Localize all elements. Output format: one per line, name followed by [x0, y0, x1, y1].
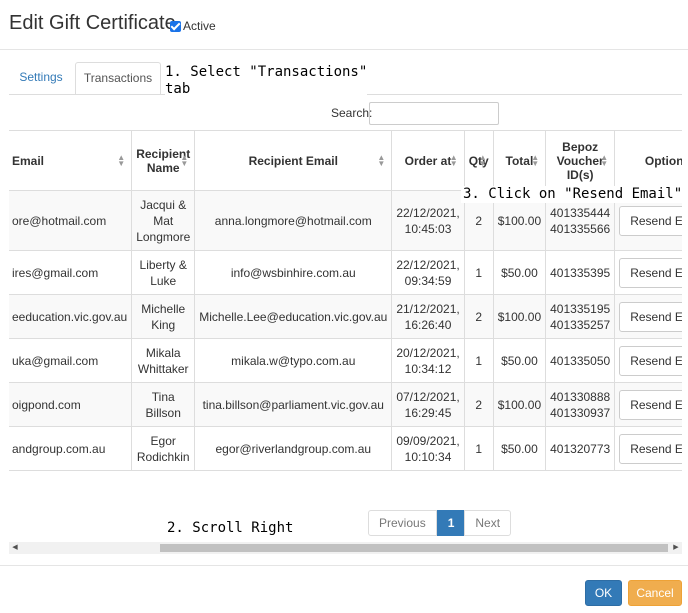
horizontal-scrollbar[interactable]: ◀ ▶: [9, 542, 682, 554]
cell-total: $100.00: [492, 382, 547, 427]
tab-settings[interactable]: Settings: [9, 62, 73, 95]
column-header-qty[interactable]: Qty ▲ ▼: [463, 130, 494, 191]
sort-icon: ▲ ▼: [180, 152, 189, 168]
cell-total: $50.00: [492, 338, 547, 383]
scroll-right-arrow-icon[interactable]: ▶: [670, 542, 682, 554]
cell-order-at: 09/09/2021, 10:10:34: [391, 426, 465, 471]
table-row: eeducation.vic.gov.au Michelle King Mich…: [9, 294, 682, 339]
cell-email: uka@gmail.com: [9, 338, 133, 383]
sort-icon: ▲ ▼: [377, 152, 386, 168]
cell-qty: 2: [463, 294, 494, 339]
column-header-recipient-email[interactable]: Recipient Email ▲ ▼: [194, 130, 393, 191]
cell-options: Resend Email: [614, 250, 682, 295]
resend-email-button[interactable]: Resend Email: [619, 345, 682, 376]
cell-qty: 1: [463, 426, 494, 471]
modal-footer-divider: [0, 565, 688, 566]
cell-email: ore@hotmail.com: [9, 190, 133, 251]
cell-options: Resend Email: [614, 382, 682, 427]
modal-header: Edit Gift Certificate Active: [0, 0, 688, 50]
cell-recipient-name: Tina Billson: [131, 382, 196, 427]
cell-options: Resend Email: [614, 294, 682, 339]
cell-recipient-email: mikala.w@typo.com.au: [194, 338, 393, 383]
pagination-previous[interactable]: Previous: [368, 510, 437, 536]
scroll-left-arrow-icon[interactable]: ◀: [9, 542, 21, 554]
active-checkbox[interactable]: [170, 20, 181, 32]
cell-options: Resend Email: [614, 338, 682, 383]
cell-qty: 1: [463, 338, 494, 383]
active-toggle[interactable]: Active: [170, 19, 216, 33]
cell-voucher-ids: 401335195 401335257: [545, 294, 616, 339]
cell-email: eeducation.vic.gov.au: [9, 294, 133, 339]
cell-order-at: 21/12/2021, 16:26:40: [391, 294, 465, 339]
column-header-options[interactable]: Options▲▼: [614, 130, 682, 191]
modal-title: Edit Gift Certificate: [9, 12, 176, 34]
transactions-table-viewport[interactable]: Email ▲ ▼ Recipient Name ▲ ▼ Recipient Email…: [9, 130, 682, 472]
column-header-order-at[interactable]: Order at ▲ ▼: [391, 130, 465, 191]
cell-email: ires@gmail.com: [9, 250, 133, 295]
cell-email: oigpond.com: [9, 382, 133, 427]
pagination-page-1[interactable]: 1: [436, 510, 466, 536]
cell-recipient-name: Egor Rodichkin: [131, 426, 196, 471]
cell-qty: 1: [463, 250, 494, 295]
resend-email-button[interactable]: Resend Email: [619, 257, 682, 288]
annotation-step3: 3. Click on "Resend Email": [461, 186, 685, 203]
cell-email: andgroup.com.au: [9, 426, 133, 471]
active-label: Active: [183, 19, 216, 33]
annotation-step1: 1. Select "Transactions" tab: [165, 64, 368, 98]
cell-order-at: 22/12/2021, 09:34:59: [391, 250, 465, 295]
sort-icon: ▲ ▼: [600, 152, 609, 168]
cell-total: $100.00: [492, 294, 547, 339]
cell-order-at: 20/12/2021, 10:34:12: [391, 338, 465, 383]
cell-recipient-name: Michelle King: [131, 294, 196, 339]
column-header-voucher-ids[interactable]: Bepoz Voucher ID(s) ▲ ▼: [545, 130, 616, 191]
table-row: oigpond.com Tina Billson tina.billson@pa…: [9, 382, 682, 427]
pagination: Previous 1 Next: [368, 510, 512, 536]
annotation-step2: 2. Scroll Right: [167, 520, 294, 536]
search-label: Search:: [331, 106, 373, 120]
table-row: andgroup.com.au Egor Rodichkin egor@rive…: [9, 426, 682, 471]
cell-voucher-ids: 401335050: [545, 338, 616, 383]
cell-recipient-name: Mikala Whittaker: [131, 338, 196, 383]
cell-voucher-ids: 401330888 401330937: [545, 382, 616, 427]
resend-email-button[interactable]: Resend Email: [619, 205, 682, 236]
table-row: ires@gmail.com Liberty & Luke info@wsbin…: [9, 250, 682, 295]
cell-recipient-email: Michelle.Lee@education.vic.gov.au: [194, 294, 393, 339]
cell-total: $50.00: [492, 426, 547, 471]
cell-recipient-name: Jacqui & Mat Longmore: [131, 190, 196, 251]
cell-qty: 2: [463, 382, 494, 427]
table-row: uka@gmail.com Mikala Whittaker mikala.w@…: [9, 338, 682, 383]
scrollbar-thumb[interactable]: [160, 544, 668, 552]
cell-total: $50.00: [492, 250, 547, 295]
table-header-row: Email ▲ ▼ Recipient Name ▲ ▼ Recipient Email…: [9, 130, 682, 191]
transactions-table: Email ▲ ▼ Recipient Name ▲ ▼ Recipient Email…: [9, 130, 682, 471]
search-input[interactable]: [369, 102, 499, 125]
cell-voucher-ids: 401335395: [545, 250, 616, 295]
column-header-email[interactable]: Email ▲ ▼: [9, 130, 133, 191]
sort-icon: ▲ ▼: [117, 152, 126, 168]
cell-recipient-email: egor@riverlandgroup.com.au: [194, 426, 393, 471]
cell-options: Resend Email: [614, 426, 682, 471]
resend-email-button[interactable]: Resend Email: [619, 301, 682, 332]
tab-transactions[interactable]: Transactions: [75, 62, 161, 95]
cell-recipient-email: anna.longmore@hotmail.com: [194, 190, 393, 251]
cell-recipient-email: tina.billson@parliament.vic.gov.au: [194, 382, 393, 427]
cell-recipient-email: info@wsbinhire.com.au: [194, 250, 393, 295]
column-header-total[interactable]: Total ▲ ▼: [492, 130, 547, 191]
pagination-next[interactable]: Next: [464, 510, 512, 536]
column-header-recipient-name[interactable]: Recipient Name ▲ ▼: [131, 130, 196, 191]
ok-button[interactable]: OK: [585, 580, 622, 606]
cancel-button[interactable]: Cancel: [628, 580, 682, 606]
resend-email-button[interactable]: Resend Email: [619, 389, 682, 420]
cell-recipient-name: Liberty & Luke: [131, 250, 196, 295]
resend-email-button[interactable]: Resend Email: [619, 433, 682, 464]
sort-icon: ▲ ▼: [531, 152, 540, 168]
cell-order-at: 07/12/2021, 16:29:45: [391, 382, 465, 427]
sort-icon: ▲ ▼: [449, 152, 458, 168]
cell-voucher-ids: 401320773: [545, 426, 616, 471]
cell-order-at: 22/12/2021, 10:45:03: [391, 190, 465, 251]
sort-icon: ▲ ▼: [478, 152, 487, 168]
